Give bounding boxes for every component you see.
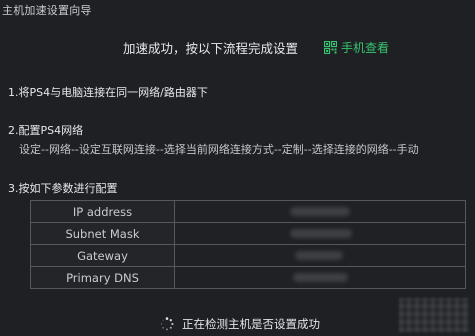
param-value-ip-address[interactable] [174,200,466,223]
window-title: 主机加速设置向导 [2,4,92,17]
table-row: Primary DNS [30,266,466,289]
blurred-value [293,273,348,282]
blurred-value [290,229,352,238]
network-params-table: IP address Subnet Mask Gateway Primary D… [30,200,466,289]
param-key-gateway: Gateway [30,244,175,267]
step-2-title: 2.配置PS4网络 [8,124,84,137]
setup-wizard-window: 主机加速设置向导 加速成功，按以下流程完成设置 手机查看 1.将PS4与电脑连接… [0,0,475,336]
step-2-description: 设定--网络--设定互联网连接--选择当前网络连接方式--定制--选择连接的网络… [19,143,419,156]
blurred-value [295,251,343,260]
detection-status: 正在检测主机是否设置成功 [160,316,320,332]
success-message: 加速成功，按以下流程完成设置 [123,40,299,56]
param-value-primary-dns[interactable] [174,266,466,289]
detection-status-text: 正在检测主机是否设置成功 [182,317,320,331]
table-row: Gateway [30,244,466,267]
step-3-title: 3.按如下参数进行配置 [8,182,118,195]
param-key-subnet-mask: Subnet Mask [30,222,175,245]
qr-code-icon [324,40,338,54]
watermark [399,298,469,332]
success-banner: 加速成功，按以下流程完成设置 手机查看 [123,38,389,56]
param-value-subnet-mask[interactable] [174,222,466,245]
blurred-value [290,207,350,216]
loading-spinner-icon [160,317,174,331]
param-key-primary-dns: Primary DNS [30,266,175,289]
step-1-title: 1.将PS4与电脑连接在同一网络/路由器下 [8,86,208,99]
param-key-ip-address: IP address [30,200,175,223]
view-on-phone-label: 手机查看 [341,40,390,55]
view-on-phone-link[interactable]: 手机查看 [324,39,389,56]
param-value-gateway[interactable] [174,244,466,267]
table-row: Subnet Mask [30,222,466,245]
table-row: IP address [30,200,466,223]
